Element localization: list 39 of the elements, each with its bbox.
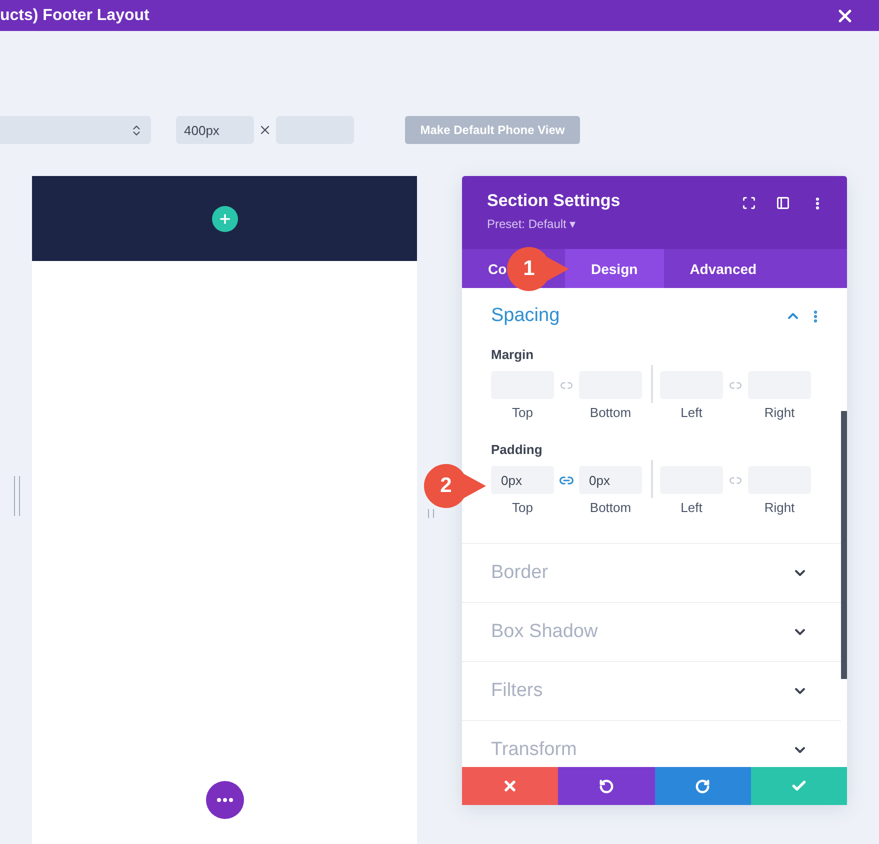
resize-handle[interactable] — [428, 509, 434, 518]
panel-title: Section Settings — [487, 191, 620, 211]
device-select[interactable] — [0, 116, 151, 144]
field-label: Left — [680, 500, 702, 515]
close-icon — [502, 778, 518, 794]
undo-button[interactable] — [558, 767, 654, 805]
sidebar-button[interactable] — [776, 196, 790, 212]
sidebar-icon — [776, 196, 790, 210]
group-label: Padding — [491, 442, 544, 458]
width-field[interactable]: 400px — [176, 116, 254, 144]
more-icon — [216, 798, 232, 802]
tab[interactable]: Advanced — [664, 249, 783, 288]
preset-dropdown[interactable]: Preset: Default ▾ — [487, 217, 620, 231]
tab[interactable]: Design — [565, 249, 664, 288]
expand-icon — [742, 196, 756, 210]
input-field[interactable]: 0px — [491, 466, 554, 494]
add-button[interactable] — [212, 206, 238, 232]
undo-icon — [598, 778, 614, 794]
section-title[interactable]: Spacing — [491, 305, 785, 327]
window-title: ucts) Footer Layout — [0, 6, 150, 24]
redo-icon — [695, 778, 710, 794]
field-label: Top — [512, 405, 533, 420]
field-label: Bottom — [590, 500, 632, 515]
scrollbar[interactable] — [841, 411, 847, 679]
field-label: Left — [680, 405, 702, 420]
redo-button[interactable] — [654, 767, 751, 805]
plus-icon — [218, 212, 232, 226]
more-button[interactable] — [206, 781, 244, 819]
field-label: Right — [764, 500, 795, 515]
input-field[interactable]: 0px — [579, 466, 642, 494]
field-label: Bottom — [590, 405, 632, 420]
times-icon — [258, 123, 272, 137]
expand-button[interactable] — [742, 196, 756, 212]
resize-handle[interactable] — [14, 476, 20, 516]
callout-badge: 2 — [424, 464, 486, 508]
field-label: Right — [764, 405, 795, 420]
callout-badge: 1 — [507, 247, 569, 291]
field-label: Top — [512, 500, 533, 515]
group-label: Margin — [491, 347, 535, 363]
